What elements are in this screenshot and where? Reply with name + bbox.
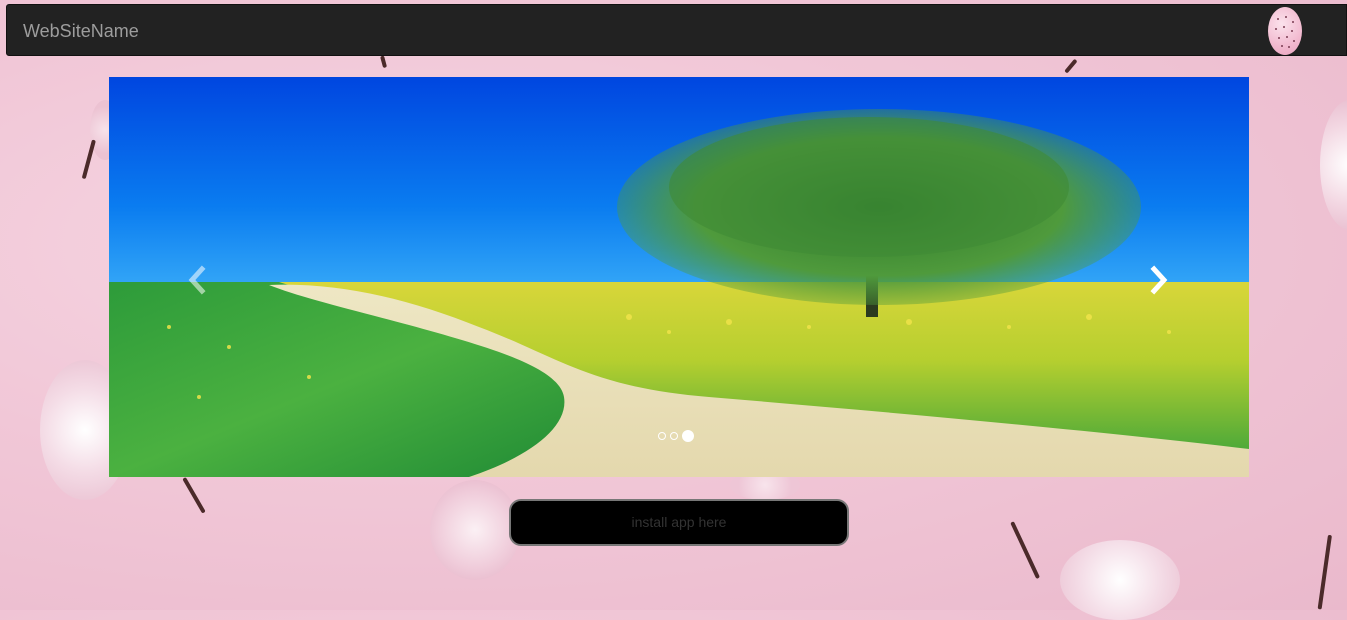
- flower-decoration: [1060, 540, 1180, 620]
- carousel-prev-control[interactable]: [177, 260, 217, 300]
- stem-decoration: [380, 55, 388, 69]
- avatar[interactable]: [1268, 7, 1302, 55]
- install-app-button[interactable]: install app here: [509, 499, 849, 546]
- carousel-indicator-active[interactable]: [682, 430, 694, 442]
- navbar: WebSiteName: [6, 4, 1347, 56]
- carousel-next-control[interactable]: [1139, 260, 1179, 300]
- carousel-indicators: [658, 430, 694, 442]
- flower-decoration: [430, 480, 520, 580]
- chevron-left-icon: [188, 265, 206, 295]
- stem-decoration: [1317, 534, 1332, 610]
- avatar-pattern: [1275, 16, 1295, 48]
- chevron-right-icon: [1150, 265, 1168, 295]
- stem-decoration: [1064, 58, 1078, 74]
- image-carousel: [109, 77, 1249, 477]
- stem-decoration: [182, 477, 206, 514]
- flower-decoration: [1320, 100, 1347, 230]
- landscape-image: [109, 77, 1249, 477]
- carousel-indicator[interactable]: [670, 432, 678, 440]
- carousel-indicator[interactable]: [658, 432, 666, 440]
- stem-decoration: [81, 139, 96, 180]
- brand-link[interactable]: WebSiteName: [23, 5, 139, 57]
- stem-decoration: [1010, 521, 1041, 580]
